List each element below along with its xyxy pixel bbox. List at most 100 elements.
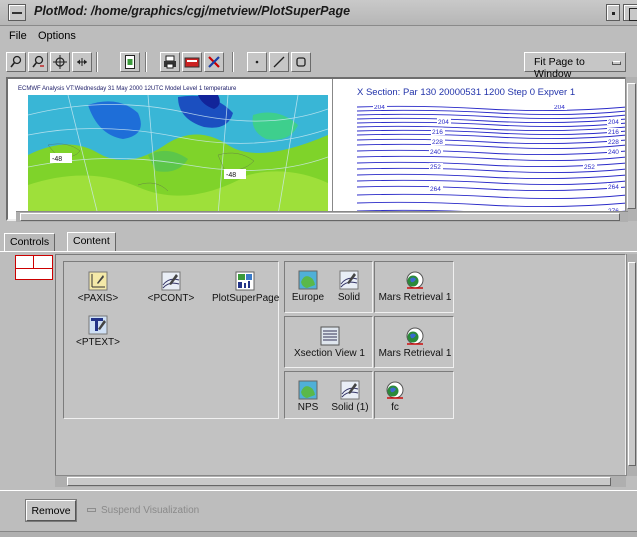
xsection-view-label: Xsection View 1 [294, 348, 365, 359]
xsection-view-item[interactable]: Xsection View 1 [285, 326, 374, 359]
toolbar-separator [232, 52, 234, 72]
minimize-button[interactable] [606, 4, 620, 21]
mars-icon [406, 327, 424, 345]
europe-item[interactable]: Europe [287, 270, 329, 303]
superpage-icon [235, 271, 255, 291]
dot-icon [255, 60, 259, 64]
remove-button[interactable]: Remove [26, 500, 76, 521]
tab-content[interactable]: Content [67, 232, 116, 252]
map-icon [298, 380, 318, 400]
contour-label: 252 [584, 164, 595, 171]
menu-bar: File Options [0, 27, 637, 47]
page-layout-thumbnail[interactable] [15, 255, 53, 280]
clear-button[interactable] [204, 52, 224, 72]
ptext-label: <PTEXT> [76, 337, 120, 348]
pan-button[interactable] [50, 52, 70, 72]
toolbar-separator [145, 52, 147, 72]
contour-label: 204 [554, 105, 565, 111]
point-tool-button[interactable] [247, 52, 267, 72]
content-vertical-scrollbar[interactable] [626, 254, 637, 476]
menu-options[interactable]: Options [38, 30, 76, 42]
ptext-item[interactable]: <PTEXT> [76, 315, 120, 348]
scrollbar-thumb[interactable] [628, 262, 636, 466]
plot-vertical-scrollbar[interactable] [625, 77, 637, 221]
plotsuperpage-label: PlotSuperPage [212, 293, 280, 304]
content-horizontal-scrollbar[interactable] [55, 475, 626, 487]
toggle-indicator-icon [87, 508, 96, 513]
mars-retrieval-item[interactable]: Mars Retrieval 1 [375, 326, 455, 359]
contour-label: 204 [374, 105, 385, 111]
contour-label: 240 [608, 149, 619, 156]
bottom-bar: Remove Suspend Visualization [0, 490, 637, 537]
contour-icon [161, 271, 181, 291]
zoom-tool-button[interactable] [6, 52, 26, 72]
contour-label: 204 [438, 119, 449, 126]
tab-controls[interactable]: Controls [4, 233, 56, 251]
map-plot-title: ECMWF Analysis VT:Wednesday 31 May 2000 … [18, 86, 237, 92]
dropdown-indicator-icon [612, 61, 621, 65]
maximize-button[interactable] [623, 4, 637, 21]
scrollbar-thumb[interactable] [67, 477, 611, 486]
contour-label: 216 [432, 129, 443, 136]
contour-icon [339, 270, 359, 290]
contour-label: 228 [432, 139, 443, 146]
contour-label: -48 [226, 172, 236, 179]
title-bar: PlotMod: /home/graphics/cgj/metview/Plot… [0, 0, 637, 26]
icon-group-europe: Europe Solid [284, 261, 373, 313]
toolbar-separator [96, 52, 98, 72]
xsection-icon [320, 326, 339, 346]
map-plot: ECMWF Analysis VT:Wednesday 31 May 2000 … [14, 83, 328, 219]
icon-group-nps: NPS Solid (1) [284, 371, 373, 419]
plot-canvas[interactable]: ECMWF Analysis VT:Wednesday 31 May 2000 … [6, 77, 629, 221]
cross-section-plot: X Section: Par 130 20000531 1200 Step 0 … [332, 79, 627, 219]
fc-label: fc [391, 402, 399, 413]
contour-icon [340, 380, 360, 400]
contour-label: 264 [430, 186, 441, 193]
toolbar: Fit Page to Window [0, 49, 637, 80]
line-icon [273, 56, 285, 68]
suspend-visualization-toggle[interactable]: Suspend Visualization [87, 505, 199, 516]
export-button[interactable] [182, 52, 202, 72]
icon-group-mars-2: Mars Retrieval 1 [374, 316, 454, 368]
icon-group-fc: fc [374, 371, 454, 419]
magnifier-icon [10, 55, 22, 68]
plotsuperpage-item[interactable]: PlotSuperPage [212, 271, 280, 304]
solid-1-item[interactable]: Solid (1) [327, 380, 373, 413]
tab-divider [0, 251, 637, 252]
fc-item[interactable]: fc [383, 380, 407, 413]
line-tool-button[interactable] [269, 52, 289, 72]
paxis-item[interactable]: <PAXIS> [76, 271, 120, 304]
nps-item[interactable]: NPS [289, 380, 327, 413]
page-button[interactable] [120, 52, 140, 72]
print-button[interactable] [160, 52, 180, 72]
mars-retrieval-item[interactable]: Mars Retrieval 1 [375, 270, 455, 303]
cross-icon [208, 56, 220, 68]
crosshair-icon [53, 55, 67, 69]
solid-1-label: Solid (1) [331, 402, 369, 413]
zoom-mode-dropdown[interactable]: Fit Page to Window [524, 52, 626, 80]
scrollbar-thumb[interactable] [627, 83, 636, 209]
window-menu-button[interactable] [8, 4, 26, 21]
scrollbar-thumb[interactable] [20, 213, 620, 221]
window-frame-bottom [0, 531, 637, 537]
cross-section-chart: 204 204 204 204 216 216 228 228 240 240 … [357, 105, 627, 215]
pcont-item[interactable]: <PCONT> [146, 271, 196, 304]
contour-label: 228 [608, 139, 619, 146]
plot-horizontal-scrollbar[interactable] [16, 211, 628, 222]
printer-icon [164, 55, 176, 69]
contour-label: 204 [608, 119, 619, 126]
solid-item[interactable]: Solid [329, 270, 369, 303]
zoom-out-button[interactable] [28, 52, 48, 72]
tab-bar: Controls Content [0, 232, 637, 252]
europe-label: Europe [291, 292, 325, 303]
rectangle-icon [296, 57, 306, 67]
mars-icon [406, 271, 424, 289]
menu-file[interactable]: File [9, 30, 27, 42]
area-tool-button[interactable] [291, 52, 311, 72]
fit-width-button[interactable] [72, 52, 92, 72]
paxis-label: <PAXIS> [77, 293, 119, 304]
solid-label: Solid [337, 292, 361, 303]
temperature-map: -48 -48 [28, 95, 328, 215]
contour-label: 252 [430, 164, 441, 171]
mars-retrieval-label: Mars Retrieval 1 [378, 348, 452, 359]
